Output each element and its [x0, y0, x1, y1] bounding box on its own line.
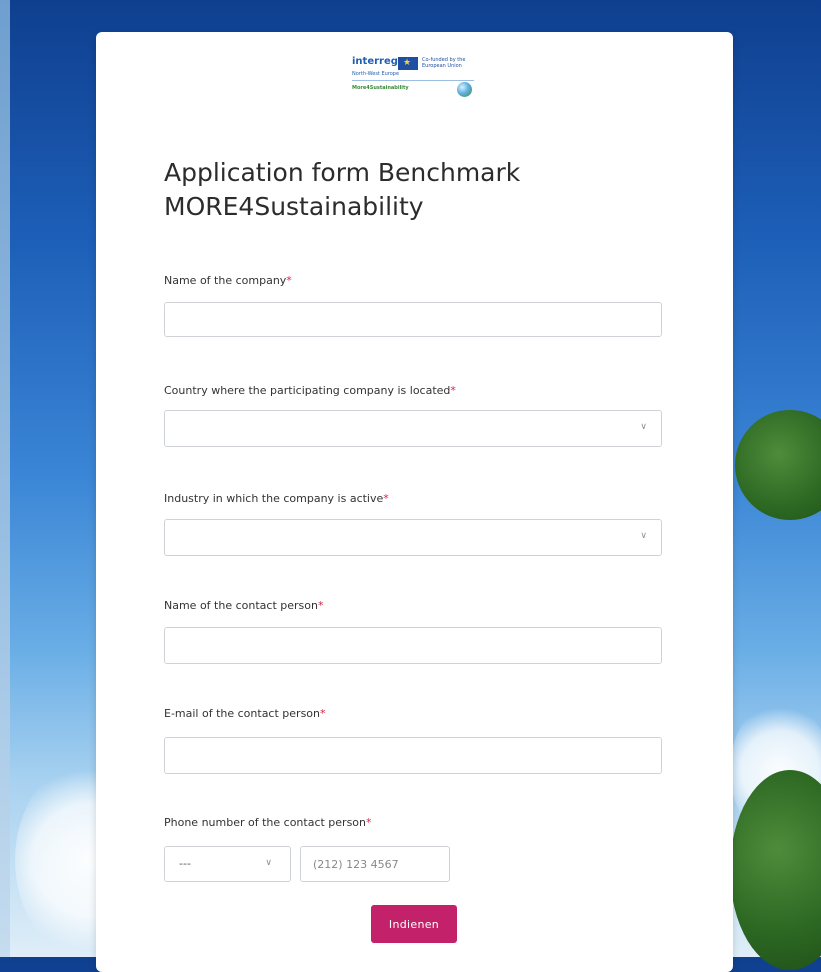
- logo-divider: [352, 80, 474, 81]
- logo-cofund-text: Co-funded by the European Union: [422, 57, 466, 69]
- contact-phone-label: Phone number of the contact person*: [164, 816, 372, 829]
- company-name-field[interactable]: [164, 302, 662, 337]
- phone-country-value: ---: [179, 857, 191, 870]
- eu-flag-icon: [398, 57, 418, 70]
- required-marker: *: [320, 707, 326, 720]
- contact-name-field[interactable]: [164, 627, 662, 664]
- required-marker: *: [366, 816, 372, 829]
- industry-label: Industry in which the company is active*: [164, 492, 389, 505]
- industry-select[interactable]: ∨: [164, 519, 662, 556]
- required-marker: *: [317, 599, 324, 612]
- phone-country-select[interactable]: --- ∨: [164, 846, 291, 882]
- contact-name-input[interactable]: [165, 628, 661, 663]
- globe-icon: [457, 82, 472, 97]
- chevron-down-icon: ∨: [265, 858, 272, 868]
- required-marker: *: [286, 274, 292, 287]
- required-marker: *: [383, 492, 389, 505]
- contact-email-field[interactable]: [164, 737, 662, 774]
- logo-region: North-West Europe: [352, 71, 400, 77]
- form-card: interreg Co-funded by the European Union…: [96, 32, 733, 972]
- required-marker: *: [450, 384, 456, 397]
- logo-brand: interreg: [352, 56, 398, 67]
- company-name-label: Name of the company*: [164, 274, 292, 287]
- country-label: Country where the participating company …: [164, 384, 456, 397]
- logo-project: More4Sustainability: [352, 85, 409, 91]
- phone-number-input[interactable]: [301, 847, 449, 881]
- country-select[interactable]: ∨: [164, 410, 662, 447]
- phone-number-field[interactable]: [300, 846, 450, 882]
- chevron-down-icon: ∨: [640, 422, 647, 432]
- company-name-input[interactable]: [165, 303, 661, 336]
- interreg-logo: interreg Co-funded by the European Union…: [352, 56, 476, 128]
- submit-button[interactable]: Indienen: [371, 905, 457, 943]
- background-tree: [735, 410, 821, 520]
- contact-email-label: E-mail of the contact person*: [164, 707, 326, 720]
- left-background-strip: [0, 0, 10, 957]
- chevron-down-icon: ∨: [640, 531, 647, 541]
- contact-name-label: Name of the contact person*: [164, 599, 324, 612]
- form-title: Application form Benchmark MORE4Sustaina…: [164, 158, 521, 221]
- contact-email-input[interactable]: [165, 738, 661, 773]
